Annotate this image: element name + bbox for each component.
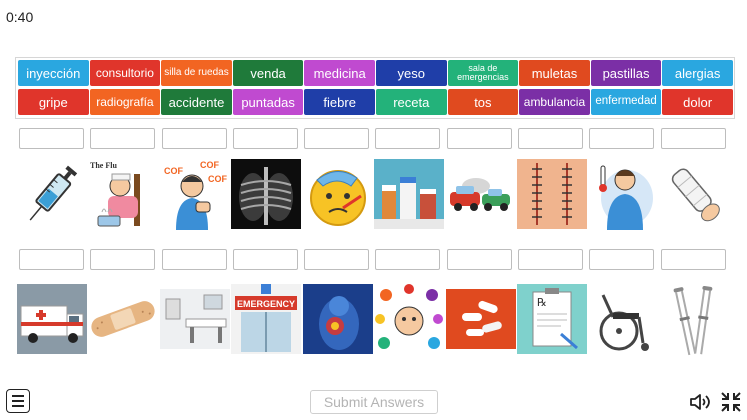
cough-text: COF xyxy=(208,174,228,184)
word-tile-ambulancia[interactable]: ambulancia xyxy=(519,89,590,115)
cough-text: COF xyxy=(200,160,220,170)
allergies-image xyxy=(374,281,446,357)
drop-zone-bottom-5[interactable] xyxy=(304,249,370,270)
word-tile-venda[interactable]: venda xyxy=(232,60,304,86)
volume-icon[interactable] xyxy=(688,390,712,414)
word-tile-medicina[interactable]: medicina xyxy=(304,60,375,86)
drop-zone-bottom-6[interactable] xyxy=(375,249,441,270)
word-bank: inyección consultorio silla de ruedas ve… xyxy=(15,57,735,119)
rx-symbol: ℞ xyxy=(537,297,547,309)
word-tile-consultorio[interactable]: consultorio xyxy=(89,60,161,86)
doctor-office-image xyxy=(159,281,231,357)
word-tile-gripe[interactable]: gripe xyxy=(18,89,89,115)
back-pain-image xyxy=(302,281,374,357)
word-tile-inyeccion[interactable]: inyección xyxy=(18,60,89,86)
drop-zone-bottom-10[interactable] xyxy=(660,249,726,270)
word-tile-tos[interactable]: tos xyxy=(447,89,519,115)
word-tile-fiebre[interactable]: fiebre xyxy=(304,89,375,115)
drop-zone-top-6[interactable] xyxy=(375,128,441,149)
drop-zone-bottom-8[interactable] xyxy=(518,249,584,270)
image-row-bottom: EMERGENCY ℞ xyxy=(16,281,731,357)
stitches-image xyxy=(517,156,589,232)
word-tile-enfermedad[interactable]: enfermedad xyxy=(590,89,662,115)
drop-zone-top-1[interactable] xyxy=(19,128,84,149)
drop-zone-bottom-4[interactable] xyxy=(232,249,298,270)
car-accident-image xyxy=(445,156,517,232)
word-tile-yeso[interactable]: yeso xyxy=(375,60,447,86)
drop-zone-top-5[interactable] xyxy=(304,128,370,149)
drop-zone-top-10[interactable] xyxy=(660,128,726,149)
sick-emoji-thermometer-image xyxy=(302,156,374,232)
drop-zone-top-3[interactable] xyxy=(161,128,227,149)
word-tile-radiografia[interactable]: radiografía xyxy=(89,89,161,115)
prescription-image: ℞ xyxy=(517,281,589,357)
arm-cast-image xyxy=(660,156,732,232)
drop-zone-bottom-9[interactable] xyxy=(589,249,655,270)
word-tile-accidente[interactable]: accidente xyxy=(161,89,232,115)
menu-icon[interactable] xyxy=(6,389,30,413)
word-tile-dolor[interactable]: dolor xyxy=(662,89,733,115)
word-tile-muletas[interactable]: muletas xyxy=(519,60,590,86)
exit-fullscreen-icon[interactable] xyxy=(719,390,743,414)
pills-image xyxy=(445,281,517,357)
drop-zone-bottom-7[interactable] xyxy=(446,249,512,270)
drop-zone-top-8[interactable] xyxy=(518,128,584,149)
fever-person-image xyxy=(588,156,660,232)
drop-row-top xyxy=(19,128,726,149)
word-bank-row-2: gripe radiografía accidente puntadas fie… xyxy=(18,89,733,115)
submit-answers-button[interactable]: Submit Answers xyxy=(310,390,438,414)
word-bank-row-1: inyección consultorio silla de ruedas ve… xyxy=(18,60,733,86)
drop-zone-top-9[interactable] xyxy=(589,128,655,149)
drop-zone-bottom-2[interactable] xyxy=(90,249,156,270)
word-tile-alergias[interactable]: alergias xyxy=(662,60,733,86)
word-tile-receta[interactable]: receta xyxy=(375,89,447,115)
drop-row-bottom xyxy=(19,249,726,270)
drop-zone-bottom-1[interactable] xyxy=(19,249,84,270)
coughing-person-image: COF COF COF xyxy=(159,156,231,232)
drop-zone-top-2[interactable] xyxy=(90,128,156,149)
medicine-bottles-image xyxy=(374,156,446,232)
syringe-image xyxy=(16,156,88,232)
word-tile-silla-de-ruedas[interactable]: silla de ruedas xyxy=(161,60,232,86)
flu-caption-text: The Flu xyxy=(90,161,117,170)
crutches-image xyxy=(660,281,732,357)
drop-zone-bottom-3[interactable] xyxy=(161,249,227,270)
word-tile-puntadas[interactable]: puntadas xyxy=(232,89,304,115)
emergency-room-image: EMERGENCY xyxy=(231,281,303,357)
cough-text: COF xyxy=(164,166,184,176)
wheelchair-image xyxy=(588,281,660,357)
image-row-top: The Flu COF COF COF xyxy=(16,156,731,232)
drop-zone-top-7[interactable] xyxy=(446,128,512,149)
timer: 0:40 xyxy=(6,9,34,25)
flu-sick-person-image: The Flu xyxy=(88,156,160,232)
drop-zone-top-4[interactable] xyxy=(232,128,298,149)
emergency-sign-text: EMERGENCY xyxy=(237,299,295,309)
word-tile-pastillas[interactable]: pastillas xyxy=(590,60,662,86)
ambulance-image xyxy=(16,281,88,357)
chest-xray-image xyxy=(231,156,303,232)
word-tile-sala-de-emergencias[interactable]: sala de emergencias xyxy=(447,60,519,86)
bandage-image xyxy=(88,281,160,357)
